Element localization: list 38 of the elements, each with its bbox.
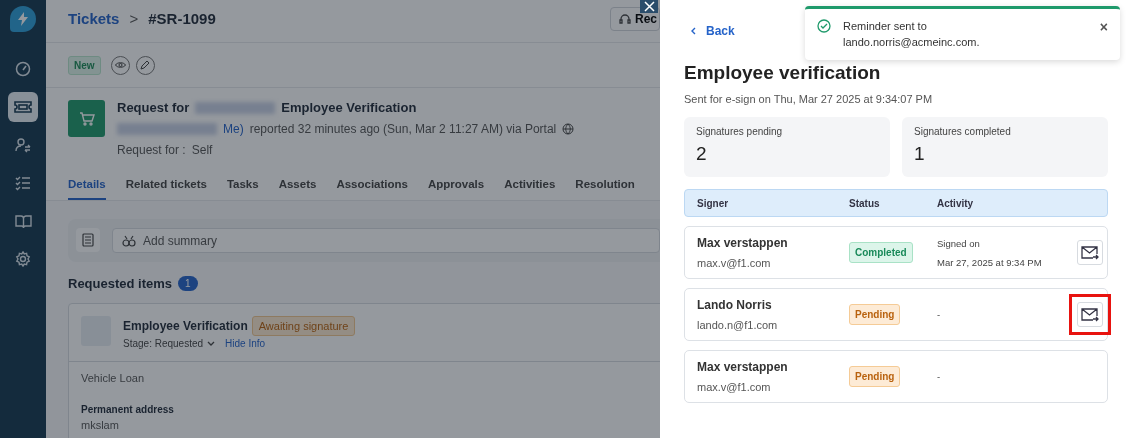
signer-email: lando.n@f1.com — [697, 319, 779, 331]
ticket-id: #SR-1099 — [148, 10, 216, 27]
stat-label: Signatures completed — [914, 126, 1012, 137]
column-header: Status — [849, 197, 881, 209]
column-header: Activity — [937, 197, 975, 209]
toast-message: Reminder sent to lando.norris@acmeinc.com. — [843, 19, 981, 50]
status-badge: New — [68, 55, 101, 75]
section-title: Requested items — [68, 276, 173, 291]
activity-text: Signed on — [937, 237, 981, 249]
drawer-title: Employee verification — [684, 62, 882, 84]
activity-text: - — [937, 371, 942, 382]
drawer-subtitle: Sent for e-sign on Thu, Mar 27 2025 at 9:34:07 PM — [684, 93, 934, 105]
count-badge: 1 — [178, 276, 198, 291]
stat-label: Signatures pending — [696, 126, 784, 137]
signer-name: Max verstappen — [697, 236, 789, 250]
status-badge: Awaiting signature — [251, 316, 356, 336]
signer-name: Max verstappen — [697, 360, 789, 374]
stat-value: 1 — [914, 143, 926, 165]
activity-text: - — [937, 309, 942, 320]
item-name: Employee Verification — [123, 319, 248, 333]
status-badge: Completed — [849, 242, 913, 263]
ticket-title: Request for — [117, 100, 190, 115]
signer-name: Lando Norris — [697, 298, 773, 312]
request-for-value: Self — [191, 143, 213, 157]
breadcrumb-separator: > — [129, 10, 139, 27]
status-badge: Pending — [849, 366, 901, 387]
ticket-title: Employee Verification — [281, 100, 417, 115]
field-label: Permanent address — [81, 404, 175, 415]
column-header: Signer — [697, 197, 730, 209]
reported-text: reported 32 minutes ago (Sun, Mar 2 11:27 AM) via Portal — [249, 122, 557, 136]
request-for-label: Request for : — [117, 143, 186, 157]
status-badge: Pending — [849, 304, 901, 325]
activity-text: Mar 27, 2025 at 9:34 PM — [937, 256, 1043, 268]
signer-email: max.v@f1.com — [697, 257, 772, 269]
signer-email: max.v@f1.com — [697, 381, 772, 393]
item-description: Vehicle Loan — [81, 372, 145, 384]
stat-value: 2 — [696, 143, 708, 165]
field-value: mkslam — [81, 419, 120, 431]
